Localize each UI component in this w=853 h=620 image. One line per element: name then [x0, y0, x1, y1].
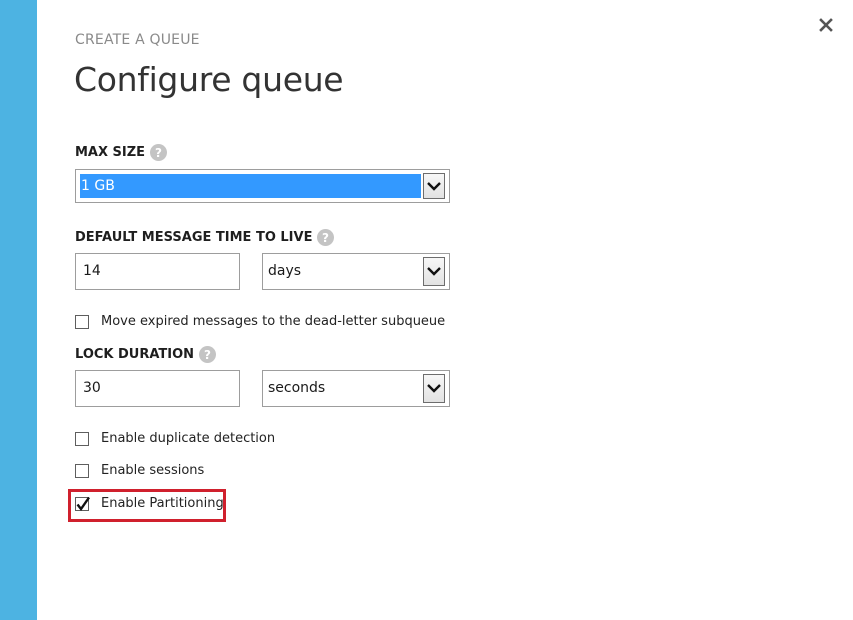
dead-letter-option[interactable]: Move expired messages to the dead-letter… — [75, 314, 445, 329]
close-button[interactable] — [815, 13, 837, 35]
duplicate-detection-checkbox[interactable] — [75, 431, 89, 446]
message-ttl-input[interactable]: 14 — [75, 253, 240, 290]
max-size-select[interactable]: 1 GB — [75, 169, 450, 203]
sessions-checkbox[interactable] — [75, 463, 89, 478]
partitioning-highlight — [68, 489, 226, 522]
svg-text:?: ? — [322, 231, 329, 245]
message-ttl-label: DEFAULT MESSAGE TIME TO LIVE — [75, 230, 313, 245]
dead-letter-label: Move expired messages to the dead-letter… — [101, 314, 446, 329]
sessions-label: Enable sessions — [101, 463, 205, 478]
lock-duration-label-row: LOCK DURATION ? — [75, 346, 217, 363]
max-size-dropdown-button[interactable] — [423, 173, 445, 199]
chevron-down-icon — [427, 182, 441, 191]
lock-duration-unit-dropdown-button[interactable] — [423, 374, 445, 403]
close-icon — [819, 18, 833, 32]
lock-duration-unit-value: seconds — [268, 380, 326, 396]
message-ttl-label-row: DEFAULT MESSAGE TIME TO LIVE ? — [75, 229, 335, 246]
sessions-option[interactable]: Enable sessions — [75, 463, 204, 478]
chevron-down-icon — [427, 267, 441, 276]
help-icon[interactable]: ? — [317, 229, 335, 246]
message-ttl-unit-value: days — [268, 263, 302, 279]
duplicate-detection-label: Enable duplicate detection — [101, 431, 276, 446]
max-size-label: MAX SIZE — [75, 145, 146, 160]
lock-duration-unit-select[interactable]: seconds — [262, 370, 450, 407]
help-icon[interactable]: ? — [199, 346, 217, 363]
lock-duration-input[interactable]: 30 — [75, 370, 240, 407]
chevron-down-icon — [427, 384, 441, 393]
message-ttl-unit-dropdown-button[interactable] — [423, 257, 445, 286]
max-size-label-row: MAX SIZE ? — [75, 144, 168, 161]
svg-text:?: ? — [204, 348, 211, 362]
duplicate-detection-option[interactable]: Enable duplicate detection — [75, 431, 275, 446]
message-ttl-unit-select[interactable]: days — [262, 253, 450, 290]
page-title: Configure queue — [74, 60, 344, 99]
help-icon[interactable]: ? — [150, 144, 168, 161]
dead-letter-checkbox[interactable] — [75, 314, 89, 329]
max-size-value: 1 GB — [80, 174, 421, 198]
configure-queue-dialog: CREATE A QUEUE Configure queue MAX SIZE … — [0, 0, 853, 620]
svg-text:?: ? — [155, 146, 162, 160]
lock-duration-label: LOCK DURATION — [75, 347, 195, 362]
dialog-eyebrow: CREATE A QUEUE — [75, 32, 200, 48]
accent-sidebar — [0, 0, 37, 620]
